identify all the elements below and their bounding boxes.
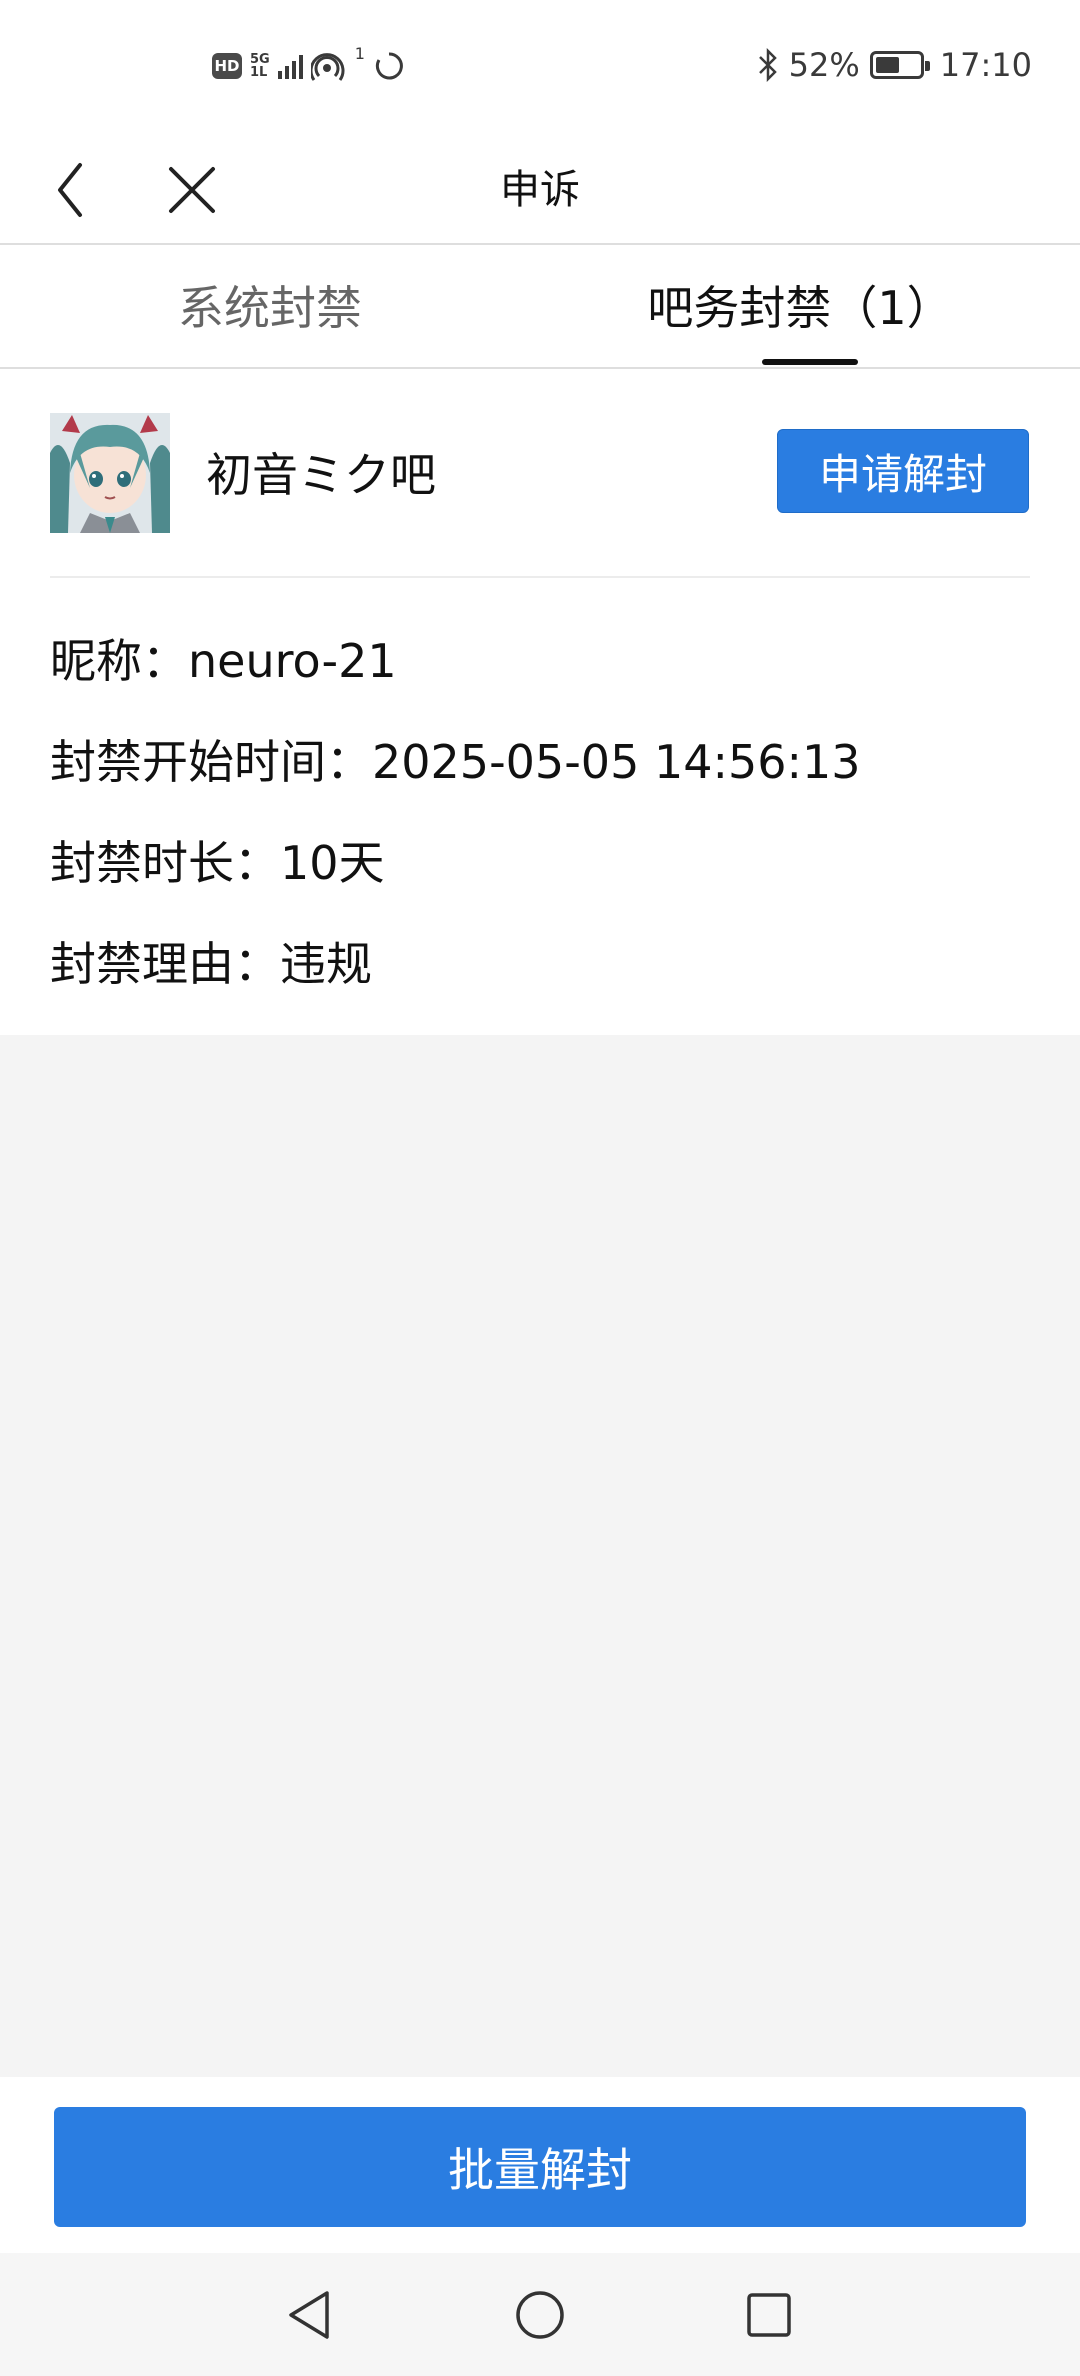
ban-duration-line: 封禁时长：10天 [50, 836, 385, 890]
nav-home-icon [516, 2290, 564, 2339]
forum-name[interactable]: 初音ミク吧 [206, 439, 436, 505]
clock: 17:10 [939, 46, 1032, 84]
appeal-unban-button[interactable]: 申请解封 [777, 429, 1029, 513]
system-nav-bar [0, 2253, 1080, 2376]
signal-icon [277, 53, 303, 79]
batch-unban-button[interactable]: 批量解封 [54, 2107, 1026, 2227]
battery-percent: 52% [788, 46, 860, 84]
network-type-bottom: 1L [250, 65, 268, 80]
hotspot-count: 1 [354, 44, 365, 63]
tab-system-ban[interactable]: 系统封禁 [70, 247, 470, 369]
close-button[interactable] [160, 155, 224, 225]
tab-active-indicator [762, 359, 858, 365]
forum-avatar-image [50, 413, 170, 533]
status-right: 52% 17:10 [757, 46, 1032, 84]
card-divider [50, 576, 1030, 578]
ban-start-time-line: 封禁开始时间：2025-05-05 14:56:13 [50, 735, 861, 789]
empty-list-area [0, 1035, 1080, 2077]
back-button[interactable] [40, 155, 100, 225]
bottom-action-bar: 批量解封 [0, 2077, 1080, 2253]
tab-bar: 系统封禁 吧务封禁（1） [0, 247, 1080, 369]
screen: HD 5G 1L 1 52% 17:10 申诉 系统封禁 吧务封禁（1） 初音ミ… [0, 0, 1080, 2376]
nav-back-icon [289, 2290, 329, 2339]
bluetooth-icon [758, 48, 777, 82]
status-bar: HD 5G 1L 1 52% 17:10 [0, 0, 1080, 135]
status-left: HD 5G 1L 1 [212, 44, 405, 82]
nav-home-button[interactable] [485, 2253, 595, 2376]
nickname-line: 昵称：neuro-21 [50, 634, 397, 688]
network-type: 5G 1L [250, 53, 270, 79]
hotspot-icon [310, 53, 345, 81]
tab-forum-admin-ban[interactable]: 吧务封禁（1） [600, 247, 1000, 369]
ban-reason-line: 封禁理由：违规 [50, 937, 372, 991]
nav-recent-button[interactable] [714, 2253, 824, 2376]
close-icon [169, 167, 215, 213]
ban-record-card: 初音ミク吧 申请解封 昵称：neuro-21 封禁开始时间：2025-05-05… [0, 369, 1080, 1035]
loading-icon [375, 52, 403, 80]
hd-icon: HD [212, 53, 242, 79]
battery-icon [869, 51, 930, 79]
forum-avatar[interactable] [50, 413, 170, 533]
back-arrow-icon [58, 163, 82, 217]
nav-recent-icon [747, 2292, 791, 2337]
nav-back-button[interactable] [254, 2253, 364, 2376]
title-bar: 申诉 [0, 135, 1080, 245]
